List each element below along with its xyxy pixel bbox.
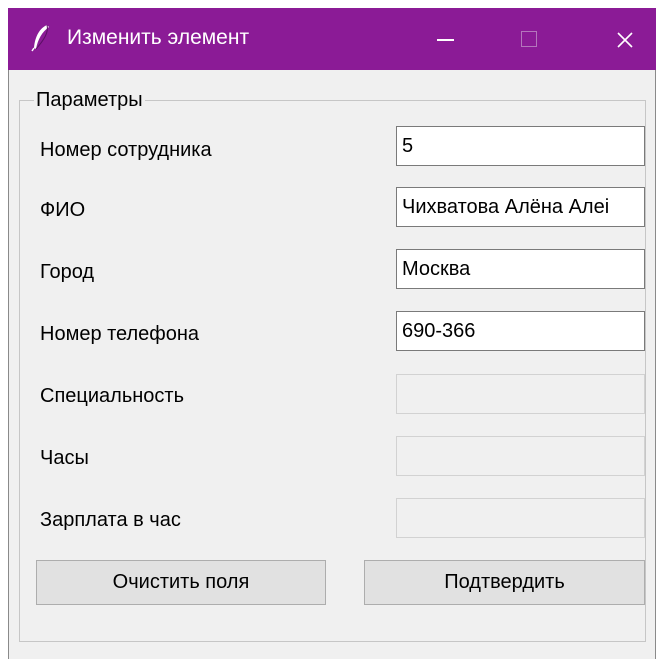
maximize-icon bbox=[521, 31, 537, 47]
city-label: Город bbox=[40, 261, 95, 283]
close-button[interactable] bbox=[592, 8, 656, 70]
full-name-input[interactable]: Чихватова Алёна Алеі bbox=[396, 187, 645, 227]
window-title: Изменить элемент bbox=[67, 26, 250, 49]
full-name-label: ФИО bbox=[40, 199, 86, 221]
group-legend: Параметры bbox=[34, 88, 145, 112]
hours-input bbox=[396, 436, 645, 476]
phone-number-label: Номер телефона bbox=[40, 323, 200, 345]
hours-label: Часы bbox=[40, 447, 89, 469]
hourly-rate-label: Зарплата в час bbox=[40, 509, 181, 531]
feather-icon bbox=[31, 24, 49, 52]
employee-number-input[interactable]: 5 bbox=[396, 126, 645, 166]
close-icon bbox=[617, 32, 633, 48]
minimize-button[interactable] bbox=[414, 8, 476, 70]
maximize-button bbox=[498, 8, 560, 70]
hourly-rate-input bbox=[396, 498, 645, 538]
phone-number-input[interactable]: 690-366 bbox=[396, 311, 645, 351]
specialty-input bbox=[396, 374, 645, 414]
city-input[interactable]: Москва bbox=[396, 249, 645, 289]
title-bar[interactable]: Изменить элемент bbox=[8, 8, 656, 70]
employee-number-label: Номер сотрудника bbox=[40, 139, 212, 161]
minimize-icon bbox=[437, 39, 454, 41]
confirm-button[interactable]: Подтвердить bbox=[364, 560, 645, 605]
clear-fields-button[interactable]: Очистить поля bbox=[36, 560, 326, 605]
specialty-label: Специальность bbox=[40, 385, 184, 407]
